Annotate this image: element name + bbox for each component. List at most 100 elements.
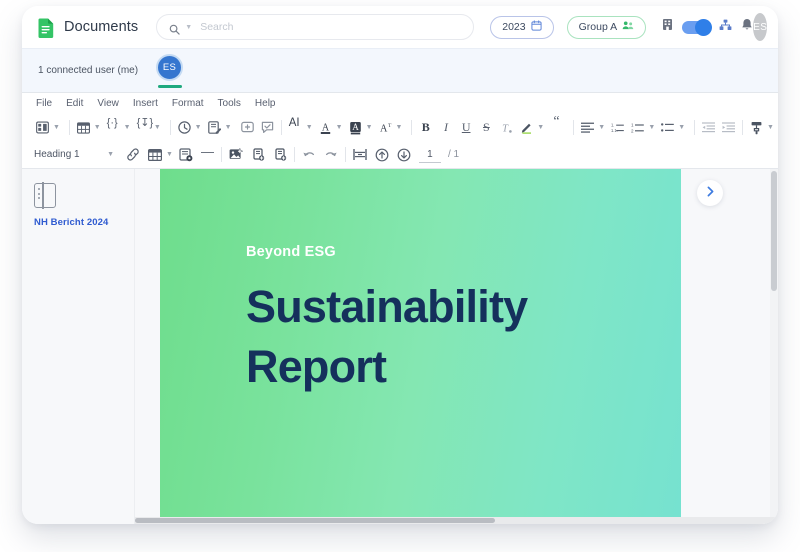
search-input[interactable] <box>200 21 461 33</box>
presence-avatar-wrapper[interactable]: ES <box>156 54 183 88</box>
review-comment-icon[interactable] <box>259 118 276 138</box>
insert-table-icon[interactable] <box>146 145 164 165</box>
clear-formatting-button[interactable]: T <box>498 118 515 138</box>
svg-text:T: T <box>387 123 391 129</box>
app-window: Documents ▼ 2023 <box>22 6 778 524</box>
menu-insert[interactable]: Insert <box>133 98 158 109</box>
document-green-icon <box>38 17 55 38</box>
highlight-chevron-down-icon[interactable]: ▼ <box>364 124 377 131</box>
menu-help[interactable]: Help <box>255 98 276 109</box>
font-size-chevron-down-icon[interactable]: ▼ <box>394 124 407 131</box>
divider <box>170 120 171 135</box>
document-canvas[interactable]: Beyond ESG Sustainability Report <box>135 169 778 524</box>
search-scope-chevron-down-icon[interactable]: ▼ <box>185 24 192 31</box>
divider <box>294 147 295 162</box>
menu-format[interactable]: Format <box>172 98 204 109</box>
text-color-chevron-down-icon[interactable]: ▼ <box>334 124 347 131</box>
format-paint-chevron-down-icon[interactable]: ▼ <box>765 124 778 131</box>
vertical-scrollbar[interactable] <box>770 169 778 524</box>
code-variable-icon[interactable]: {·} <box>105 118 122 138</box>
editor-body: NH Bericht 2024 Beyond ESG Sustainabilit… <box>22 169 778 524</box>
paragraph-style-chevron-down-icon[interactable]: ▼ <box>105 151 118 158</box>
text-color-icon[interactable]: A <box>317 118 334 138</box>
strikethrough-button[interactable]: S <box>478 118 495 138</box>
note-edit-icon[interactable] <box>206 118 223 138</box>
bold-button[interactable]: B <box>417 118 434 138</box>
next-page-button[interactable] <box>697 180 723 206</box>
paragraph-style-select[interactable]: Heading 1 ▼ <box>34 145 120 164</box>
user-avatar[interactable]: ES <box>753 13 767 41</box>
note-edit-chevron-down-icon[interactable]: ▼ <box>223 124 236 131</box>
ai-chevron-down-icon[interactable]: ▼ <box>304 124 317 131</box>
year-filter-pill[interactable]: 2023 <box>490 16 553 39</box>
layout-blocks-icon[interactable] <box>34 118 51 138</box>
numbered-list-icon[interactable]: 1.1.1. <box>609 118 626 138</box>
history-chevron-down-icon[interactable]: ▼ <box>193 124 206 131</box>
horizontal-rule-icon[interactable]: — <box>199 145 216 165</box>
page-settings-icon[interactable] <box>177 145 195 165</box>
bulleted-list-chevron-down-icon[interactable]: ▼ <box>676 124 689 131</box>
page-down-icon[interactable] <box>395 145 413 165</box>
menu-file[interactable]: File <box>36 98 52 109</box>
horizontal-scrollbar[interactable] <box>135 517 778 524</box>
underline-button[interactable]: U <box>458 118 475 138</box>
group-filter-pill[interactable]: Group A <box>567 16 647 39</box>
undo-button[interactable] <box>300 145 318 165</box>
insert-table-chevron-down-icon[interactable]: ▼ <box>164 151 177 158</box>
divider <box>69 120 70 135</box>
highlight-color-icon[interactable]: A <box>347 118 364 138</box>
panel-layout-icon[interactable] <box>34 183 56 208</box>
redo-button[interactable] <box>322 145 340 165</box>
sidebar-item-document[interactable]: NH Bericht 2024 <box>34 217 134 228</box>
format-paint-icon[interactable] <box>748 118 765 138</box>
group-filter-label: Group A <box>579 21 618 33</box>
svg-text:2: 2 <box>631 128 634 133</box>
insert-page-before-icon[interactable] <box>249 145 267 165</box>
horizontal-scrollbar-thumb[interactable] <box>135 518 495 523</box>
ai-assist-icon[interactable]: AI <box>287 118 304 138</box>
table-icon[interactable] <box>75 118 92 138</box>
add-comment-icon[interactable] <box>239 118 256 138</box>
toolbar-formatting: ▼ ▼ {·} ▼ {↧} ▼ ▼ ▼ AI ▼ A <box>22 114 778 141</box>
menu-edit[interactable]: Edit <box>66 98 83 109</box>
align-icon[interactable] <box>579 118 596 138</box>
font-size-icon[interactable]: AT <box>377 118 394 138</box>
marker-chevron-down-icon[interactable]: ▼ <box>535 124 548 131</box>
ordered-list-chevron-down-icon[interactable]: ▼ <box>646 124 659 131</box>
insert-variable-chevron-down-icon[interactable]: ▼ <box>152 124 165 131</box>
menu-tools[interactable]: Tools <box>218 98 241 109</box>
insert-link-icon[interactable] <box>124 145 142 165</box>
code-variable-chevron-down-icon[interactable]: ▼ <box>122 124 135 131</box>
slide-page[interactable]: Beyond ESG Sustainability Report <box>160 169 681 524</box>
brand-label: Documents <box>64 19 138 35</box>
vertical-scrollbar-thumb[interactable] <box>771 171 777 291</box>
insert-variable-icon[interactable]: {↧} <box>135 118 152 138</box>
history-clock-icon[interactable] <box>176 118 193 138</box>
table-chevron-down-icon[interactable]: ▼ <box>92 124 105 131</box>
insert-page-after-icon[interactable] <box>271 145 289 165</box>
fit-width-icon[interactable] <box>351 145 369 165</box>
page-number-input[interactable]: 1 <box>419 147 441 163</box>
toggle-switch[interactable] <box>682 21 710 34</box>
building-icon[interactable] <box>662 18 673 36</box>
indent-increase-icon[interactable] <box>720 118 737 138</box>
brand[interactable]: Documents <box>38 17 138 38</box>
indent-decrease-icon[interactable] <box>700 118 717 138</box>
divider <box>694 120 695 135</box>
search-box[interactable]: ▼ <box>156 14 474 40</box>
presence-accent-bar <box>158 85 182 88</box>
ordered-list-icon[interactable]: 12 <box>629 118 646 138</box>
marker-pen-icon[interactable] <box>518 118 535 138</box>
layout-chevron-down-icon[interactable]: ▼ <box>51 124 64 131</box>
org-chart-icon[interactable] <box>719 18 732 36</box>
bulleted-list-icon[interactable] <box>659 118 676 138</box>
bell-icon[interactable] <box>741 18 753 36</box>
blockquote-button[interactable]: “ <box>551 118 568 138</box>
menu-bar: File Edit View Insert Format Tools Help <box>22 93 778 114</box>
align-chevron-down-icon[interactable]: ▼ <box>596 124 609 131</box>
italic-button[interactable]: I <box>437 118 454 138</box>
menu-view[interactable]: View <box>97 98 119 109</box>
page-up-icon[interactable] <box>373 145 391 165</box>
panel-dots <box>38 188 40 202</box>
insert-image-icon[interactable] <box>227 145 245 165</box>
